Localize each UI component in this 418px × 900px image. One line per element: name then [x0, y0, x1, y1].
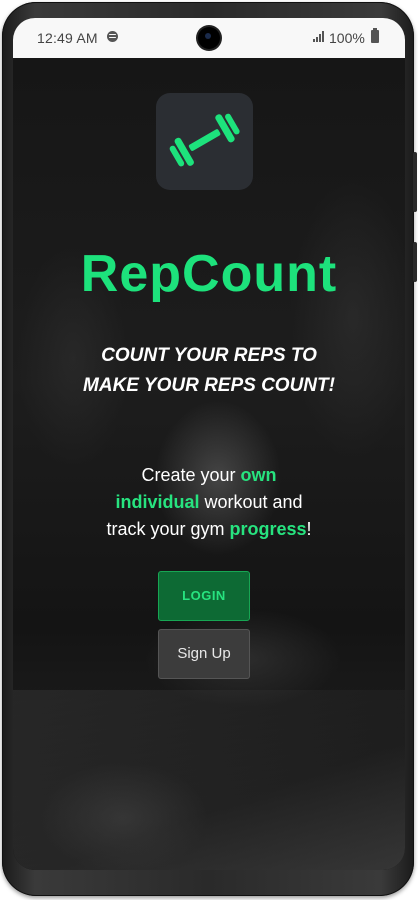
app-logo — [156, 93, 253, 190]
description-line-1: Create your own — [13, 462, 405, 489]
description: Create your own individual workout and t… — [13, 462, 405, 543]
login-button[interactable]: LOGIN — [158, 571, 250, 621]
description-text: ! — [306, 519, 312, 539]
phone-frame: 12:49 AM 100% RepCount COUNT YOUR REPS T… — [2, 2, 417, 896]
status-bar: 12:49 AM 100% — [13, 18, 405, 58]
description-line-3: track your gym progress! — [13, 516, 405, 543]
description-text: Create your — [141, 465, 241, 485]
slogan: COUNT YOUR REPS TO MAKE YOUR REPS COUNT! — [13, 341, 405, 401]
dumbbell-icon — [169, 113, 240, 167]
volume-button — [413, 152, 417, 212]
signup-button[interactable]: Sign Up — [158, 629, 250, 679]
description-text: track your gym — [106, 519, 230, 539]
spotify-icon — [107, 31, 118, 42]
signal-icon — [313, 31, 325, 42]
power-button — [413, 242, 417, 282]
description-line-2: individual workout and — [13, 489, 405, 516]
description-text: workout and — [199, 492, 303, 512]
screen: 12:49 AM 100% RepCount COUNT YOUR REPS T… — [13, 18, 405, 870]
background-floor — [13, 690, 405, 870]
slogan-line-2: MAKE YOUR REPS COUNT! — [83, 375, 335, 396]
description-highlight: individual — [115, 492, 200, 512]
battery-percentage: 100% — [329, 30, 365, 46]
front-camera — [198, 27, 220, 49]
description-highlight: own — [240, 465, 277, 485]
app-title: RepCount — [80, 245, 338, 303]
description-highlight: progress — [229, 519, 307, 539]
slogan-line-1: COUNT YOUR REPS TO — [101, 345, 317, 366]
status-time: 12:49 AM — [37, 30, 98, 46]
battery-icon — [371, 28, 379, 43]
